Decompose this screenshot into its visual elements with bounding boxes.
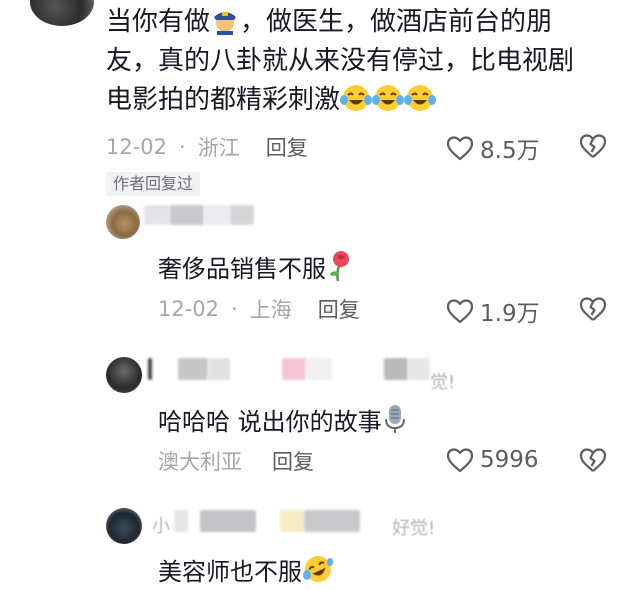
username-suffix: 觉! <box>430 372 456 393</box>
reply-text: 奢侈品销售不服 <box>158 250 354 285</box>
reply-meta: 12-02 · 上海 回复 <box>158 294 360 324</box>
tears-of-joy-emoji-icon <box>372 85 405 111</box>
username-prefix: 小 <box>152 516 170 537</box>
comment-text: 当你有做 ，做医生，做酒店前台的朋 友，真的八卦就从来没有停过，比电视剧 电影拍的… <box>106 7 575 115</box>
heart-outline-icon <box>446 299 474 324</box>
reply-date: 12-02 <box>158 297 220 321</box>
reply-button[interactable]: 回复 <box>266 132 308 162</box>
like-button[interactable]: 5996 <box>445 446 539 474</box>
like-count: 5996 <box>480 447 539 473</box>
commenter-avatar[interactable] <box>30 0 94 26</box>
comment-location: 浙江 <box>197 136 240 160</box>
reply-button[interactable]: 回复 <box>318 294 360 324</box>
separator-dot: · <box>179 135 186 159</box>
like-button[interactable]: 8.5万 <box>445 131 540 165</box>
separator-dot: · <box>231 297 238 321</box>
like-count: 1.9万 <box>480 301 540 327</box>
heart-outline-icon <box>446 136 474 161</box>
police-officer-emoji-icon <box>214 12 237 35</box>
tears-of-joy-emoji-icon <box>340 85 373 111</box>
rolling-laughing-emoji-icon <box>303 556 333 582</box>
reply-location: 上海 <box>249 298 292 322</box>
reply-avatar[interactable] <box>106 205 140 239</box>
reply-button[interactable]: 回复 <box>272 446 314 476</box>
reply-text: 美容师也不服 <box>158 553 334 588</box>
reply-avatar[interactable] <box>106 508 142 544</box>
comment-date: 12-02 <box>106 135 168 159</box>
username-suffix: 好觉! <box>392 518 436 539</box>
like-button[interactable]: 1.9万 <box>445 294 540 328</box>
comment-meta: 12-02 · 浙江 回复 <box>106 132 308 162</box>
like-count: 8.5万 <box>480 138 540 164</box>
reply-location: 澳大利亚 <box>158 450 242 474</box>
broken-heart-icon[interactable] <box>578 295 608 323</box>
tears-of-joy-emoji-icon <box>404 85 437 111</box>
author-replied-tag: 作者回复过 <box>106 172 201 196</box>
reply-text: 哈哈哈 说出你的故事 <box>158 403 408 438</box>
reply-avatar[interactable] <box>106 357 142 393</box>
wilted-rose-emoji-icon <box>330 251 349 282</box>
broken-heart-icon[interactable] <box>578 132 608 160</box>
broken-heart-icon[interactable] <box>578 446 608 474</box>
reply-meta: 澳大利亚 回复 <box>158 446 314 476</box>
microphone-emoji-icon <box>384 405 405 433</box>
heart-outline-icon <box>446 448 474 473</box>
